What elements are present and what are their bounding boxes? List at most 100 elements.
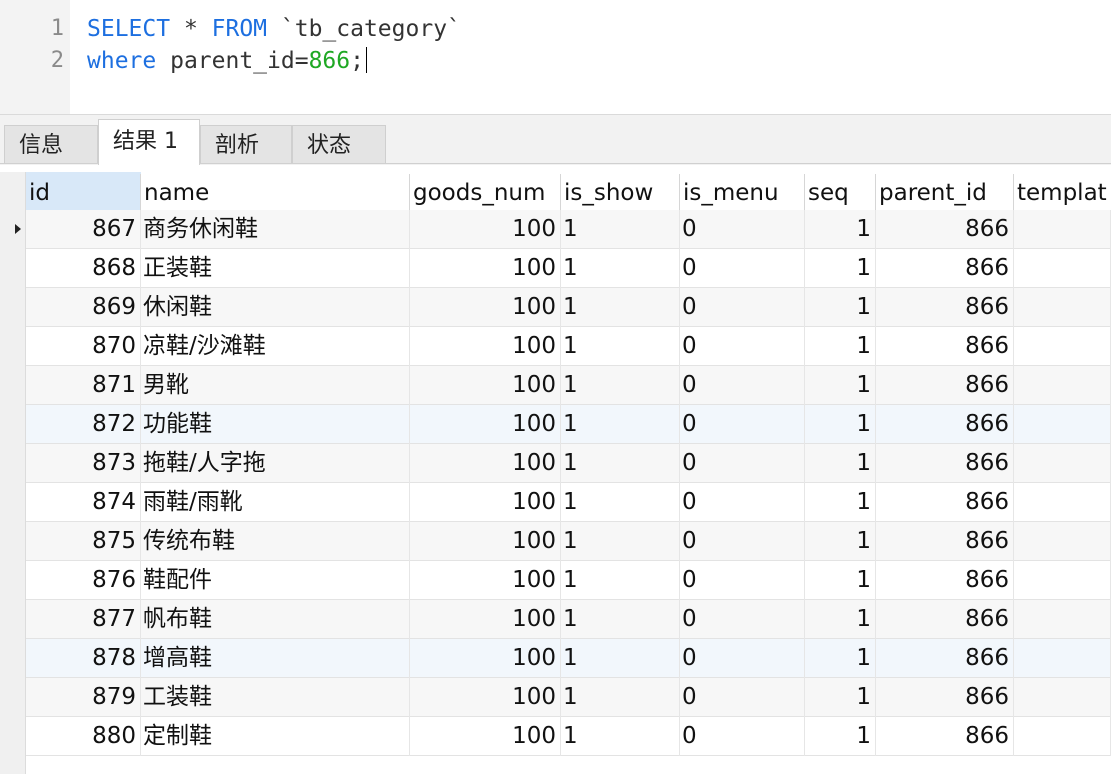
cell-is-show[interactable]: 1 bbox=[561, 210, 680, 249]
header-separator[interactable] bbox=[409, 174, 410, 210]
table-row[interactable]: 871 男靴 100 1 0 1 866 bbox=[0, 366, 1111, 405]
cell-goods-num[interactable]: 100 bbox=[410, 561, 561, 600]
cell-goods-num[interactable]: 100 bbox=[410, 327, 561, 366]
cell-is-menu[interactable]: 0 bbox=[680, 600, 805, 639]
cell-is-menu[interactable]: 0 bbox=[680, 639, 805, 678]
table-row[interactable]: 874 雨鞋/雨靴 100 1 0 1 866 bbox=[0, 483, 1111, 522]
cell-is-show[interactable]: 1 bbox=[561, 717, 680, 756]
cell-name[interactable]: 鞋配件 bbox=[141, 561, 410, 600]
cell-template[interactable] bbox=[1014, 600, 1111, 639]
header-col-seq[interactable]: seq bbox=[805, 172, 876, 210]
cell-template[interactable] bbox=[1014, 561, 1111, 600]
cell-goods-num[interactable]: 100 bbox=[410, 639, 561, 678]
cell-id[interactable]: 875 bbox=[26, 522, 141, 561]
cell-is-show[interactable]: 1 bbox=[561, 561, 680, 600]
cell-parent-id[interactable]: 866 bbox=[876, 405, 1014, 444]
cell-is-show[interactable]: 1 bbox=[561, 288, 680, 327]
cell-seq[interactable]: 1 bbox=[805, 561, 876, 600]
cell-parent-id[interactable]: 866 bbox=[876, 639, 1014, 678]
cell-is-menu[interactable]: 0 bbox=[680, 210, 805, 249]
cell-parent-id[interactable]: 866 bbox=[876, 327, 1014, 366]
cell-template[interactable] bbox=[1014, 444, 1111, 483]
row-indicator[interactable] bbox=[0, 600, 26, 639]
cell-id[interactable]: 872 bbox=[26, 405, 141, 444]
result-grid[interactable]: id name goods_num is_show is_menu seq parent_i… bbox=[0, 172, 1111, 774]
cell-template[interactable] bbox=[1014, 678, 1111, 717]
cell-id[interactable]: 870 bbox=[26, 327, 141, 366]
current-row-arrow-icon[interactable] bbox=[0, 210, 26, 249]
cell-name[interactable]: 帆布鞋 bbox=[141, 600, 410, 639]
table-row[interactable]: 877 帆布鞋 100 1 0 1 866 bbox=[0, 600, 1111, 639]
header-separator[interactable] bbox=[804, 174, 805, 210]
cell-goods-num[interactable]: 100 bbox=[410, 366, 561, 405]
cell-seq[interactable]: 1 bbox=[805, 405, 876, 444]
cell-seq[interactable]: 1 bbox=[805, 444, 876, 483]
cell-is-menu[interactable]: 0 bbox=[680, 444, 805, 483]
cell-goods-num[interactable]: 100 bbox=[410, 522, 561, 561]
header-col-is-show[interactable]: is_show bbox=[561, 172, 680, 210]
row-indicator[interactable] bbox=[0, 327, 26, 366]
cell-id[interactable]: 867 bbox=[26, 210, 141, 249]
header-separator[interactable] bbox=[679, 174, 680, 210]
cell-id[interactable]: 880 bbox=[26, 717, 141, 756]
cell-id[interactable]: 871 bbox=[26, 366, 141, 405]
cell-goods-num[interactable]: 100 bbox=[410, 717, 561, 756]
table-row[interactable]: 868 正装鞋 100 1 0 1 866 bbox=[0, 249, 1111, 288]
table-row[interactable]: 870 凉鞋/沙滩鞋 100 1 0 1 866 bbox=[0, 327, 1111, 366]
cell-is-menu[interactable]: 0 bbox=[680, 405, 805, 444]
cell-parent-id[interactable]: 866 bbox=[876, 210, 1014, 249]
cell-is-show[interactable]: 1 bbox=[561, 639, 680, 678]
cell-is-menu[interactable]: 0 bbox=[680, 288, 805, 327]
cell-goods-num[interactable]: 100 bbox=[410, 249, 561, 288]
cell-is-show[interactable]: 1 bbox=[561, 327, 680, 366]
cell-parent-id[interactable]: 866 bbox=[876, 600, 1014, 639]
cell-is-show[interactable]: 1 bbox=[561, 483, 680, 522]
row-indicator[interactable] bbox=[0, 522, 26, 561]
row-indicator[interactable] bbox=[0, 717, 26, 756]
cell-template[interactable] bbox=[1014, 327, 1111, 366]
cell-seq[interactable]: 1 bbox=[805, 210, 876, 249]
cell-seq[interactable]: 1 bbox=[805, 366, 876, 405]
row-indicator[interactable] bbox=[0, 249, 26, 288]
cell-is-show[interactable]: 1 bbox=[561, 600, 680, 639]
table-row[interactable]: 879 工装鞋 100 1 0 1 866 bbox=[0, 678, 1111, 717]
cell-id[interactable]: 869 bbox=[26, 288, 141, 327]
header-separator[interactable] bbox=[875, 174, 876, 210]
cell-template[interactable] bbox=[1014, 249, 1111, 288]
cell-template[interactable] bbox=[1014, 366, 1111, 405]
cell-template[interactable] bbox=[1014, 210, 1111, 249]
cell-id[interactable]: 878 bbox=[26, 639, 141, 678]
tab-info[interactable]: 信息 bbox=[4, 125, 98, 164]
cell-is-show[interactable]: 1 bbox=[561, 678, 680, 717]
header-col-is-menu[interactable]: is_menu bbox=[680, 172, 805, 210]
cell-id[interactable]: 868 bbox=[26, 249, 141, 288]
cell-is-menu[interactable]: 0 bbox=[680, 561, 805, 600]
tab-status[interactable]: 状态 bbox=[292, 125, 386, 164]
cell-id[interactable]: 873 bbox=[26, 444, 141, 483]
cell-parent-id[interactable]: 866 bbox=[876, 561, 1014, 600]
header-col-id[interactable]: id bbox=[26, 172, 141, 210]
cell-name[interactable]: 正装鞋 bbox=[141, 249, 410, 288]
cell-id[interactable]: 876 bbox=[26, 561, 141, 600]
cell-seq[interactable]: 1 bbox=[805, 639, 876, 678]
cell-parent-id[interactable]: 866 bbox=[876, 288, 1014, 327]
row-indicator[interactable] bbox=[0, 678, 26, 717]
cell-goods-num[interactable]: 100 bbox=[410, 600, 561, 639]
cell-goods-num[interactable]: 100 bbox=[410, 444, 561, 483]
cell-template[interactable] bbox=[1014, 483, 1111, 522]
cell-template[interactable] bbox=[1014, 717, 1111, 756]
cell-parent-id[interactable]: 866 bbox=[876, 366, 1014, 405]
cell-name[interactable]: 男靴 bbox=[141, 366, 410, 405]
cell-parent-id[interactable]: 866 bbox=[876, 249, 1014, 288]
table-row[interactable]: 867 商务休闲鞋 100 1 0 1 866 bbox=[0, 210, 1111, 249]
header-col-parent-id[interactable]: parent_id bbox=[876, 172, 1014, 210]
cell-parent-id[interactable]: 866 bbox=[876, 522, 1014, 561]
row-indicator[interactable] bbox=[0, 483, 26, 522]
header-separator[interactable] bbox=[560, 174, 561, 210]
cell-name[interactable]: 拖鞋/人字拖 bbox=[141, 444, 410, 483]
header-col-goods-num[interactable]: goods_num bbox=[410, 172, 561, 210]
cell-seq[interactable]: 1 bbox=[805, 483, 876, 522]
header-col-name[interactable]: name bbox=[141, 172, 410, 210]
table-row[interactable]: 880 定制鞋 100 1 0 1 866 bbox=[0, 717, 1111, 756]
cell-parent-id[interactable]: 866 bbox=[876, 678, 1014, 717]
